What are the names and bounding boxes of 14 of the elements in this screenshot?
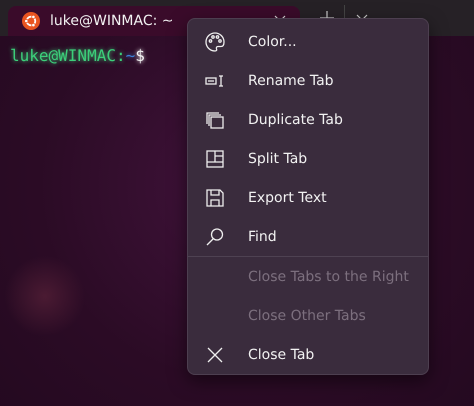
menu-item[interactable]: Find [192, 217, 424, 256]
ubuntu-logo-icon [22, 12, 40, 30]
menu-item[interactable]: Rename Tab [192, 61, 424, 100]
search-icon [204, 226, 226, 248]
save-icon [204, 186, 226, 208]
menu-item[interactable]: Close Tab [192, 335, 424, 374]
menu-item[interactable]: Split Tab [192, 139, 424, 178]
palette-icon [204, 30, 226, 52]
prompt-text: luke@WINMAC: [10, 46, 126, 65]
menu-item[interactable]: Duplicate Tab [192, 100, 424, 139]
prompt-text: $ [135, 46, 145, 65]
menu-item[interactable]: Export Text [192, 178, 424, 217]
split-layout-icon [204, 148, 226, 170]
prompt-text: ~ [126, 46, 136, 65]
